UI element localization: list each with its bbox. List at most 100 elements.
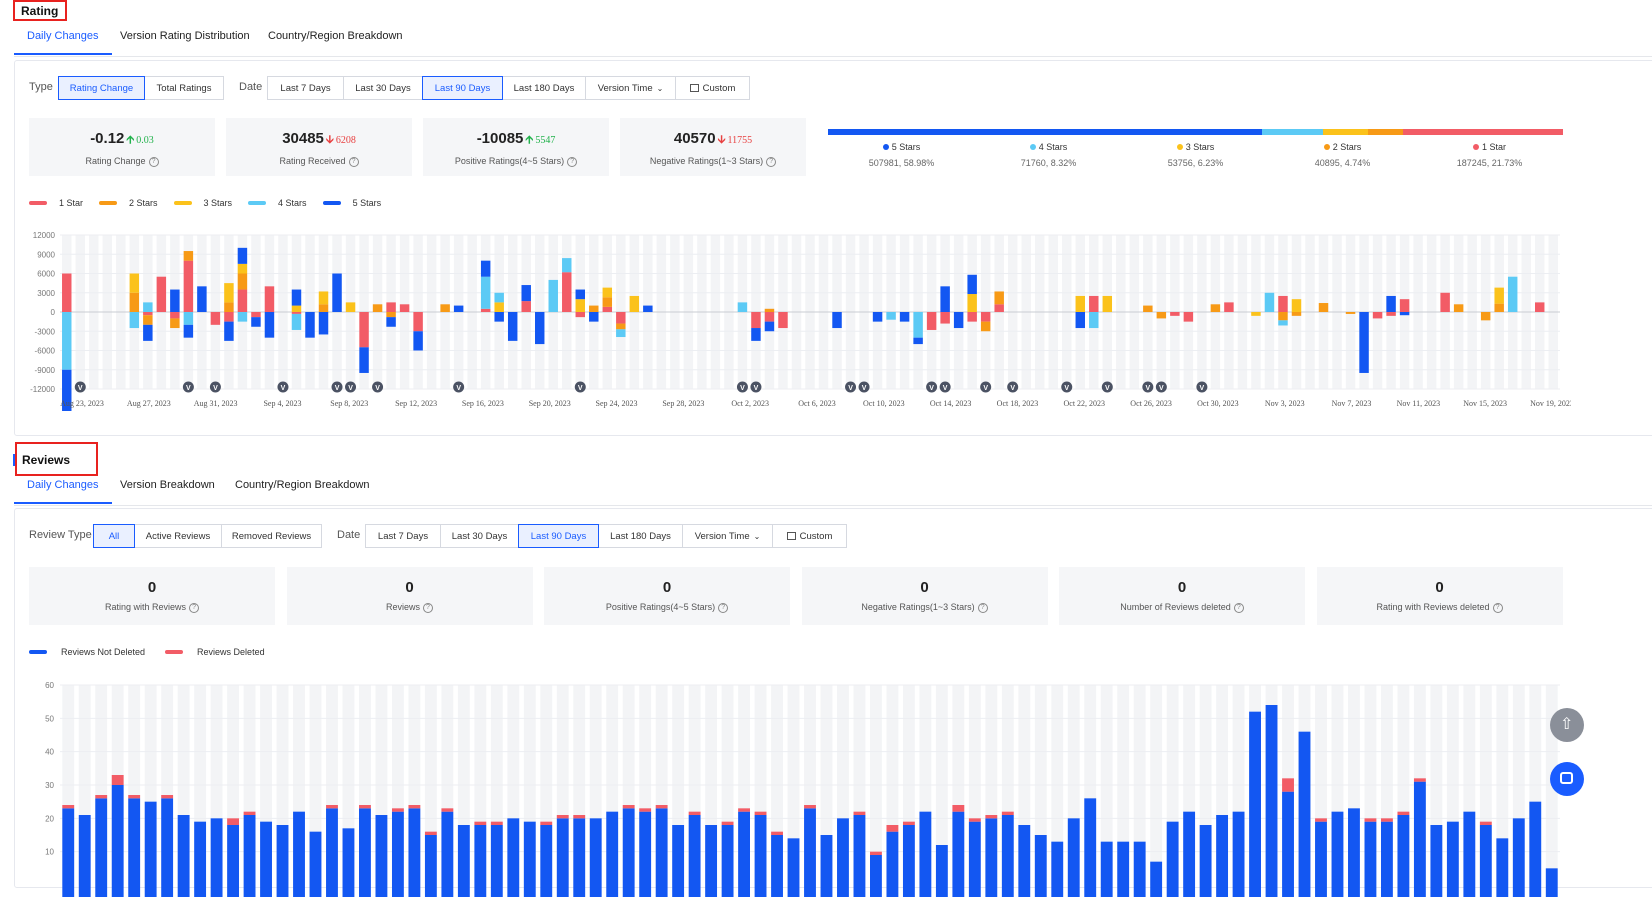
- bar-not-deleted: [293, 811, 305, 897]
- kpi-rating-change: -0.12 🡩 0.03 Rating Change?: [29, 118, 215, 176]
- last-7-days-button[interactable]: Last 7 Days: [267, 76, 344, 100]
- bar-deleted: [359, 805, 371, 809]
- bar-segment: [183, 251, 194, 261]
- version-marker-letter: V: [213, 385, 218, 392]
- bar-segment: [359, 312, 369, 348]
- bar-deleted: [754, 811, 767, 815]
- arrow-up-icon: 🡩: [126, 134, 135, 146]
- bar-segment: [224, 283, 234, 303]
- bar-segment: [183, 260, 194, 312]
- help-icon[interactable]: ?: [1492, 602, 1503, 613]
- bar-deleted: [902, 821, 915, 825]
- tab-country-region-breakdown[interactable]: Country/Region Breakdown: [268, 26, 403, 55]
- help-icon[interactable]: ?: [348, 156, 359, 167]
- kpi-card: 0 Reviews?: [286, 567, 533, 625]
- bar-not-deleted: [194, 821, 207, 897]
- bar-segment: [237, 273, 248, 290]
- bar-segment: [616, 323, 626, 330]
- legend-swatch: [173, 201, 192, 205]
- last-180-days-button[interactable]: Last 180 Days: [502, 76, 586, 100]
- active-reviews-button[interactable]: Active Reviews: [134, 524, 222, 548]
- chat-support-button[interactable]: [1550, 762, 1584, 796]
- version-marker-letter: V: [983, 385, 988, 392]
- x-tick-label: Aug 31, 2023: [194, 399, 238, 408]
- tab-version-breakdown[interactable]: Version Breakdown: [120, 475, 215, 504]
- reviews-section-title: Reviews: [22, 453, 71, 467]
- kpi-value: -0.12: [90, 130, 125, 147]
- total-ratings-button[interactable]: Total Ratings: [144, 76, 224, 100]
- tab-version-rating-distribution[interactable]: Version Rating Distribution: [120, 26, 250, 55]
- bar-not-deleted: [556, 818, 569, 897]
- help-icon[interactable]: ?: [148, 156, 159, 167]
- bar-segment: [480, 308, 491, 312]
- bar-not-deleted: [1463, 811, 1476, 897]
- reviews-chart-legend: Reviews Not Deleted Reviews Deleted: [29, 647, 285, 657]
- version-time-dropdown[interactable]: Version Time ⌄: [682, 524, 773, 548]
- bar-segment: [778, 312, 788, 329]
- all-reviews-button[interactable]: All: [93, 524, 135, 548]
- scroll-top-button[interactable]: ⇧: [1550, 708, 1584, 742]
- help-icon[interactable]: ?: [189, 602, 200, 613]
- bar-not-deleted: [853, 815, 866, 897]
- bar-not-deleted: [1001, 815, 1014, 897]
- bar-not-deleted: [359, 808, 371, 897]
- help-icon[interactable]: ?: [567, 156, 578, 167]
- distribution-item: 5 Stars 507981, 58.98%: [828, 142, 975, 168]
- bar-segment: [886, 312, 896, 320]
- custom-date-button[interactable]: Custom: [772, 524, 847, 548]
- version-marker-letter: V: [578, 385, 583, 392]
- distribution-item: 1 Star 187245, 21.73%: [1416, 142, 1563, 168]
- bar-segment: [602, 287, 613, 298]
- last-7-days-button[interactable]: Last 7 Days: [365, 524, 441, 548]
- last-180-days-button[interactable]: Last 180 Days: [598, 524, 683, 548]
- distribution-value: 187245, 21.73%: [1456, 158, 1523, 168]
- tab-daily-changes[interactable]: Daily Changes: [14, 475, 112, 504]
- help-icon[interactable]: ?: [718, 602, 729, 613]
- removed-reviews-button[interactable]: Removed Reviews: [221, 524, 322, 548]
- version-marker-letter: V: [929, 385, 934, 392]
- y-tick-label: 9000: [37, 250, 55, 259]
- bar-not-deleted: [78, 815, 91, 897]
- tab-daily-changes[interactable]: Daily Changes: [14, 26, 112, 55]
- bar-not-deleted: [1298, 731, 1311, 897]
- help-icon[interactable]: ?: [1233, 602, 1244, 613]
- kpi-card: 0 Rating with Reviews deleted?: [1316, 567, 1563, 625]
- custom-date-button[interactable]: Custom: [675, 76, 750, 100]
- last-30-days-button[interactable]: Last 30 Days: [343, 76, 423, 100]
- kpi-value: 0: [147, 579, 157, 596]
- version-marker-letter: V: [1159, 385, 1164, 392]
- bar-segment: [967, 312, 977, 322]
- tab-country-region-breakdown[interactable]: Country/Region Breakdown: [235, 475, 370, 504]
- bar-segment: [1170, 312, 1180, 316]
- legend-label: 4 Stars: [278, 198, 307, 208]
- y-tick-label: 10: [45, 848, 54, 857]
- rating-change-button[interactable]: Rating Change: [58, 76, 145, 100]
- kpi-negative-ratings: 40570 🡫 11755 Negative Ratings(1~3 Stars)?: [620, 118, 806, 176]
- bar-segment: [129, 273, 140, 293]
- help-icon[interactable]: ?: [977, 602, 988, 613]
- y-tick-label: 30: [45, 781, 54, 790]
- bar-not-deleted: [1051, 841, 1064, 897]
- help-icon[interactable]: ?: [766, 156, 777, 167]
- version-marker-letter: V: [281, 385, 286, 392]
- bar-deleted: [573, 815, 586, 819]
- last-30-days-button[interactable]: Last 30 Days: [440, 524, 519, 548]
- bar-segment: [237, 247, 248, 264]
- bar-segment: [1399, 299, 1410, 312]
- last-90-days-button[interactable]: Last 90 Days: [422, 76, 503, 100]
- help-icon[interactable]: ?: [423, 602, 433, 613]
- last-90-days-button[interactable]: Last 90 Days: [518, 524, 599, 548]
- bar-deleted: [490, 821, 503, 825]
- y-tick-label: -9000: [35, 366, 56, 375]
- kpi-value: 0: [405, 579, 414, 596]
- bar-not-deleted: [342, 828, 355, 897]
- version-time-label: Version Time: [694, 530, 750, 542]
- bar-not-deleted: [1282, 791, 1294, 897]
- version-time-dropdown[interactable]: Version Time ⌄: [585, 76, 676, 100]
- bar-segment: [413, 331, 423, 351]
- x-tick-label: Aug 27, 2023: [127, 399, 171, 408]
- distribution-label: 2 Stars: [1332, 142, 1362, 152]
- bar-deleted: [540, 821, 553, 825]
- kpi-positive-ratings: -10085 🡩 5547 Positive Ratings(4~5 Stars)?: [423, 118, 609, 176]
- bar-not-deleted: [1529, 801, 1542, 897]
